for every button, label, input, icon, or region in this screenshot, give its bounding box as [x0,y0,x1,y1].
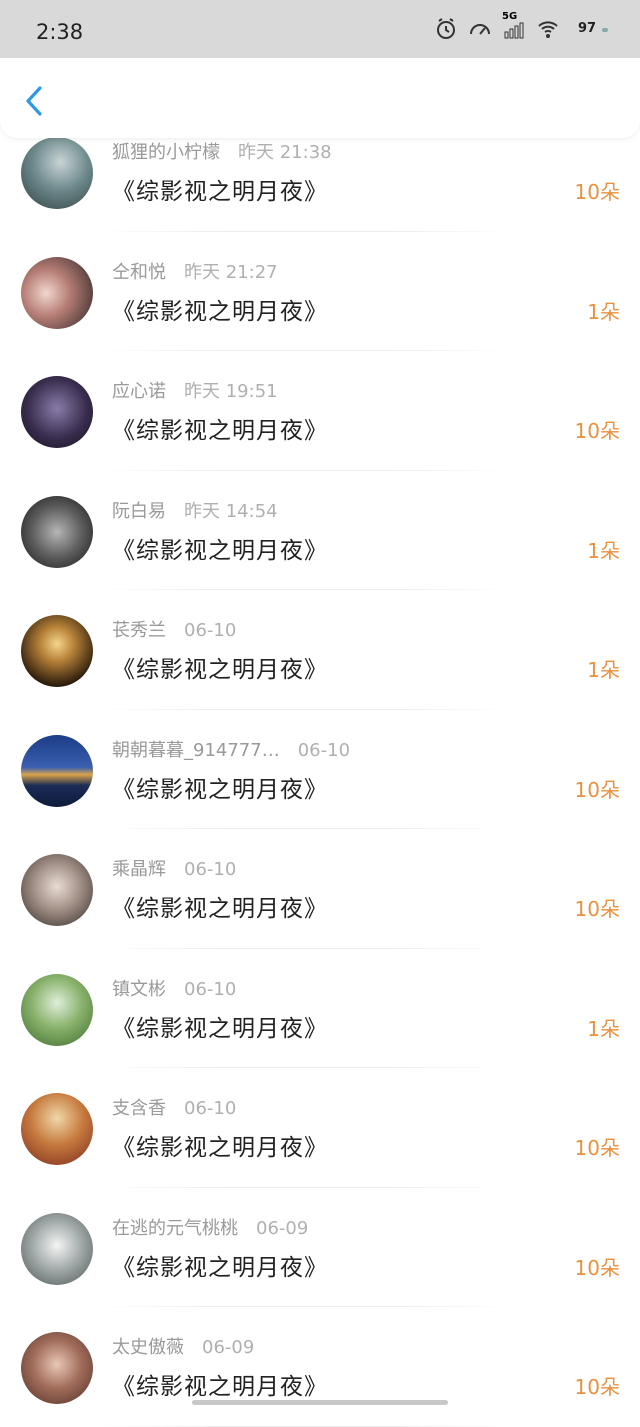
list-item[interactable]: 朝朝暮暮_914777… 06-10 《综影视之明月夜》 10朵 [0,710,640,829]
book-title: 《综影视之明月夜》 [112,537,328,564]
user-name[interactable]: 支含香 [112,1098,166,1119]
user-name[interactable]: 乘晶辉 [112,859,166,880]
avatar[interactable] [21,615,93,687]
speedometer-icon [468,17,492,41]
book-title: 《综影视之明月夜》 [112,776,328,803]
entry-meta: 仝和悦 昨天 21:27 [112,258,278,284]
list-item[interactable]: 苌秀兰 06-10 《综影视之明月夜》 1朵 [0,590,640,710]
avatar[interactable] [21,376,93,448]
user-name[interactable]: 仝和悦 [112,262,166,283]
entry-meta: 阮白易 昨天 14:54 [112,497,278,523]
book-title: 《综影视之明月夜》 [112,657,328,683]
book-title: 《综影视之明月夜》 [112,1254,328,1281]
avatar[interactable] [21,734,93,807]
entry-meta: 太史傲薇 06-09 [112,1333,254,1359]
user-name[interactable]: 狐狸的小柠檬 [112,142,220,163]
entry-time: 06-10 [184,1098,237,1119]
user-name[interactable]: 在逃的元气桃桃 [112,1218,238,1239]
gift-amount: 10朵 [574,897,620,921]
list-item[interactable]: 支含香 06-10 《综影视之明月夜》 10朵 [0,1068,640,1188]
book-title: 《综影视之明月夜》 [112,1135,328,1161]
entry-time: 06-09 [256,1217,309,1239]
signal-5g-icon: 5G [502,11,526,41]
entry-meta: 乘晶辉 06-10 [112,855,236,881]
book-title: 《综影视之明月夜》 [112,298,328,325]
gift-amount: 1朵 [587,299,620,324]
user-name[interactable]: 应心诺 [112,381,166,402]
user-name[interactable]: 苌秀兰 [112,620,166,641]
avatar[interactable] [21,1332,93,1404]
gift-amount: 10朵 [574,777,620,802]
gift-amount: 10朵 [574,1375,620,1399]
nav-bar [0,58,640,138]
wifi-icon [536,17,560,41]
gift-amount: 1朵 [587,538,620,563]
gift-amount: 10朵 [574,1136,620,1160]
status-bar: 2:38 5G 97 [0,0,640,58]
user-name[interactable]: 阮白易 [112,501,166,522]
chevron-left-icon [26,86,42,116]
gift-list: 狐狸的小柠檬 昨天 21:38 《综影视之明月夜》 10朵 仝和悦 昨天 21:27 《综影… [0,112,640,1427]
gift-amount: 10朵 [574,1255,620,1280]
status-time: 2:38 [36,20,84,44]
entry-time: 06-10 [184,620,237,641]
book-title: 《综影视之明月夜》 [112,418,328,444]
entry-meta: 狐狸的小柠檬 昨天 21:38 [112,138,332,164]
gift-amount: 1朵 [587,1016,620,1041]
entry-time: 昨天 14:54 [184,500,278,522]
status-icons: 5G 97 [434,11,608,41]
alarm-icon [434,17,458,41]
avatar[interactable] [21,854,93,926]
user-name[interactable]: 朝朝暮暮_914777… [112,740,280,761]
list-item[interactable]: 在逃的元气桃桃 06-09 《综影视之明月夜》 10朵 [0,1188,640,1307]
entry-meta: 镇文彬 06-10 [112,975,236,1001]
entry-meta: 支含香 06-10 [112,1094,236,1120]
list-item[interactable]: 仝和悦 昨天 21:27 《综影视之明月夜》 1朵 [0,232,640,351]
avatar[interactable] [21,495,93,568]
book-title: 《综影视之明月夜》 [112,896,328,922]
list-item[interactable]: 镇文彬 06-10 《综影视之明月夜》 1朵 [0,949,640,1068]
avatar[interactable] [21,256,93,329]
book-title: 《综影视之明月夜》 [112,1015,328,1042]
entry-time: 昨天 21:38 [238,142,332,163]
list-item[interactable]: 阮白易 昨天 14:54 《综影视之明月夜》 1朵 [0,471,640,590]
user-name[interactable]: 太史傲薇 [112,1337,184,1358]
gift-amount: 10朵 [574,419,620,443]
home-indicator[interactable] [192,1400,448,1405]
entry-meta: 朝朝暮暮_914777… 06-10 [112,736,350,762]
entry-time: 06-10 [184,978,237,1000]
entry-meta: 苌秀兰 06-10 [112,616,236,642]
avatar[interactable] [21,1093,93,1165]
entry-time: 昨天 21:27 [184,261,278,283]
book-title: 《综影视之明月夜》 [112,1374,328,1400]
avatar[interactable] [21,137,93,209]
entry-meta: 在逃的元气桃桃 06-09 [112,1214,308,1240]
battery-indicator: 97 [570,18,608,40]
book-title: 《综影视之明月夜》 [112,179,328,205]
avatar[interactable] [21,1212,93,1285]
gift-amount: 1朵 [587,658,620,682]
gift-amount: 10朵 [574,180,620,204]
list-item[interactable]: 太史傲薇 06-09 《综影视之明月夜》 10朵 [0,1307,640,1427]
user-name[interactable]: 镇文彬 [112,979,166,1000]
entry-meta: 应心诺 昨天 19:51 [112,377,278,403]
entry-time: 昨天 19:51 [184,381,278,402]
entry-time: 06-09 [202,1337,255,1358]
entry-time: 06-10 [184,859,237,880]
list-item[interactable]: 乘晶辉 06-10 《综影视之明月夜》 10朵 [0,829,640,949]
back-button[interactable] [20,84,50,118]
avatar[interactable] [21,973,93,1046]
entry-time: 06-10 [297,739,351,761]
list-item[interactable]: 应心诺 昨天 19:51 《综影视之明月夜》 10朵 [0,351,640,471]
divider [100,1425,510,1427]
